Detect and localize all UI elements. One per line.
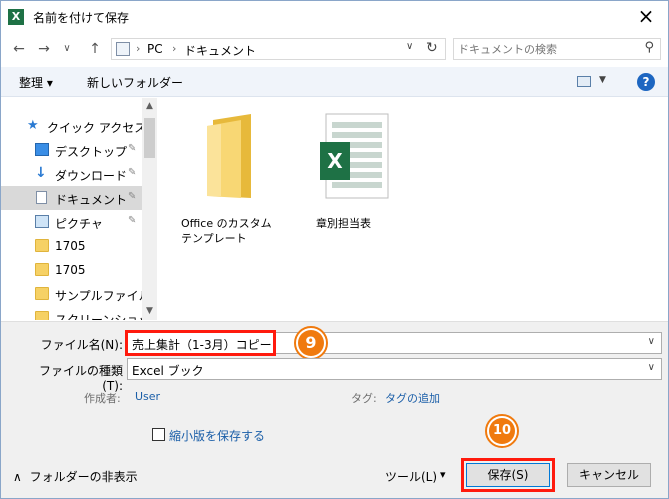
sidebar-item-documents[interactable]: ドキュメント ✎ [1,186,142,210]
scroll-up-icon[interactable]: ▲ [142,101,157,111]
filename-label: ファイル名(N): [40,338,123,352]
address-bar[interactable]: › PC › ドキュメント ∨ ↻ [111,38,446,60]
file-name: Office のカスタム テンプレート [181,217,272,245]
command-bar: 整理 ▾ 新しいフォルダー ▼ ? [1,67,668,97]
desktop-icon [35,143,49,156]
search-box[interactable]: ⚲ [453,38,661,60]
search-icon[interactable]: ⚲ [644,40,654,55]
title-bar: X 名前を付けて保存 × [1,1,668,33]
sidebar-item-sample-files[interactable]: サンプルファイル [1,282,151,306]
sidebar-item-folder-1705[interactable]: 1705 [1,258,142,282]
excel-file-icon: X [320,113,389,199]
view-options-icon[interactable] [577,76,591,87]
close-button[interactable]: × [626,3,666,31]
breadcrumb-separator: › [136,42,141,55]
sidebar-item-downloads[interactable]: ↓ ダウンロード ✎ [1,162,142,186]
help-icon[interactable]: ? [637,73,655,91]
new-folder-button[interactable]: 新しいフォルダー [87,74,183,91]
folder-icon [35,287,49,300]
dialog-title: 名前を付けて保存 [33,11,130,25]
breadcrumb-documents[interactable]: ドキュメント [184,42,256,59]
sidebar-item-quick-access[interactable]: ★ クイック アクセス [1,114,146,138]
recent-locations-chevron-icon[interactable]: ∨ [57,39,77,59]
sidebar-item-folder-1705[interactable]: 1705 [1,234,142,258]
folder-icon [35,311,49,320]
view-dropdown-icon[interactable]: ▼ [599,75,606,85]
refresh-icon[interactable]: ↻ [426,40,438,56]
sidebar-item-label: サンプルファイル [55,289,151,303]
navigation-pane: ★ クイック アクセス デスクトップ ✎ ↓ ダウンロード ✎ ドキュメント ✎… [1,98,157,320]
tags-label: タグ: [351,392,377,405]
sidebar-item-label: 1705 [55,239,86,253]
svg-text:X: X [327,149,343,173]
step-10-callout: 10 [485,414,519,448]
tools-menu[interactable]: ツール(L) [385,468,437,485]
sidebar-scrollbar[interactable]: ▲ ▼ [142,98,157,320]
star-icon: ★ [27,118,39,133]
sidebar-item-label: ダウンロード [55,169,128,183]
tools-dropdown-icon[interactable]: ▾ [440,468,446,481]
tags-value[interactable]: タグの追加 [385,390,440,406]
pc-icon [116,42,130,56]
filename-dropdown-icon[interactable]: ∨ [648,336,655,347]
step-9-callout: 9 [294,326,328,360]
file-item-chapter-chart[interactable]: X 章別担当表 [316,112,416,242]
breadcrumb-separator: › [172,42,177,55]
sidebar-item-label: 1705 [55,263,86,277]
save-highlight [461,458,555,492]
folder-icon [35,263,49,276]
cancel-button[interactable]: キャンセル [567,463,651,487]
sidebar-item-label: デスクトップ [55,145,128,159]
hide-folders-label: フォルダーの非表示 [29,470,138,484]
step-10-number: 10 [489,418,515,444]
scrollbar-thumb[interactable] [144,118,155,158]
address-dropdown-icon[interactable]: ∨ [406,41,413,52]
download-icon: ↓ [35,165,47,181]
pin-icon: ✎ [128,143,137,154]
hide-folders-button[interactable]: ∧ フォルダーの非表示 [13,468,138,485]
step-9-number: 9 [298,330,324,356]
author-value[interactable]: User [135,390,160,403]
thumbnail-label[interactable]: 縮小版を保存する [169,427,265,444]
document-icon [36,191,47,204]
filetype-dropdown-icon[interactable]: ∨ [648,362,655,373]
breadcrumb-pc[interactable]: PC [147,42,163,56]
forward-arrow-icon[interactable]: → [34,39,54,59]
thumbnail-checkbox[interactable] [152,428,165,441]
picture-icon [35,215,49,228]
file-name: 章別担当表 [316,217,371,230]
file-list: Office のカスタム テンプレート X 章別担当表 [161,98,668,320]
save-as-dialog: X 名前を付けて保存 × ← → ∨ ↑ › PC › ドキュメント ∨ ↻ ⚲… [0,0,669,499]
sidebar-item-pictures[interactable]: ピクチャ ✎ [1,210,142,234]
sidebar-item-label: クイック アクセス [47,121,147,135]
sidebar-item-label: ドキュメント [55,193,128,207]
pin-icon: ✎ [128,167,137,178]
filename-highlight [125,330,276,356]
pin-icon: ✎ [128,191,137,202]
folder-icon [35,239,49,252]
filetype-select[interactable]: Excel ブック ∨ [127,358,662,380]
search-input[interactable] [458,41,628,57]
save-options-panel: ファイル名(N): 売上集計（1-3月）コピー ∨ 9 ファイルの種類(T): … [1,321,668,498]
excel-app-icon: X [8,9,24,25]
filetype-label: ファイルの種類(T): [38,364,123,393]
pin-icon: ✎ [128,215,137,226]
file-item-templates-folder[interactable]: Office のカスタム テンプレート [181,112,281,245]
sidebar-item-screenshots[interactable]: スクリーンショット [1,306,157,320]
organize-menu[interactable]: 整理 ▾ [19,74,53,91]
filetype-value: Excel ブック [132,364,204,378]
sidebar-item-desktop[interactable]: デスクトップ ✎ [1,138,142,162]
chevron-up-icon: ∧ [13,470,22,484]
back-arrow-icon[interactable]: ← [9,39,29,59]
up-arrow-icon[interactable]: ↑ [85,39,105,59]
author-label: 作成者: [84,392,121,405]
sidebar-item-label: ピクチャ [55,217,103,231]
folder-icon [207,114,251,198]
scroll-down-icon[interactable]: ▼ [142,306,157,316]
